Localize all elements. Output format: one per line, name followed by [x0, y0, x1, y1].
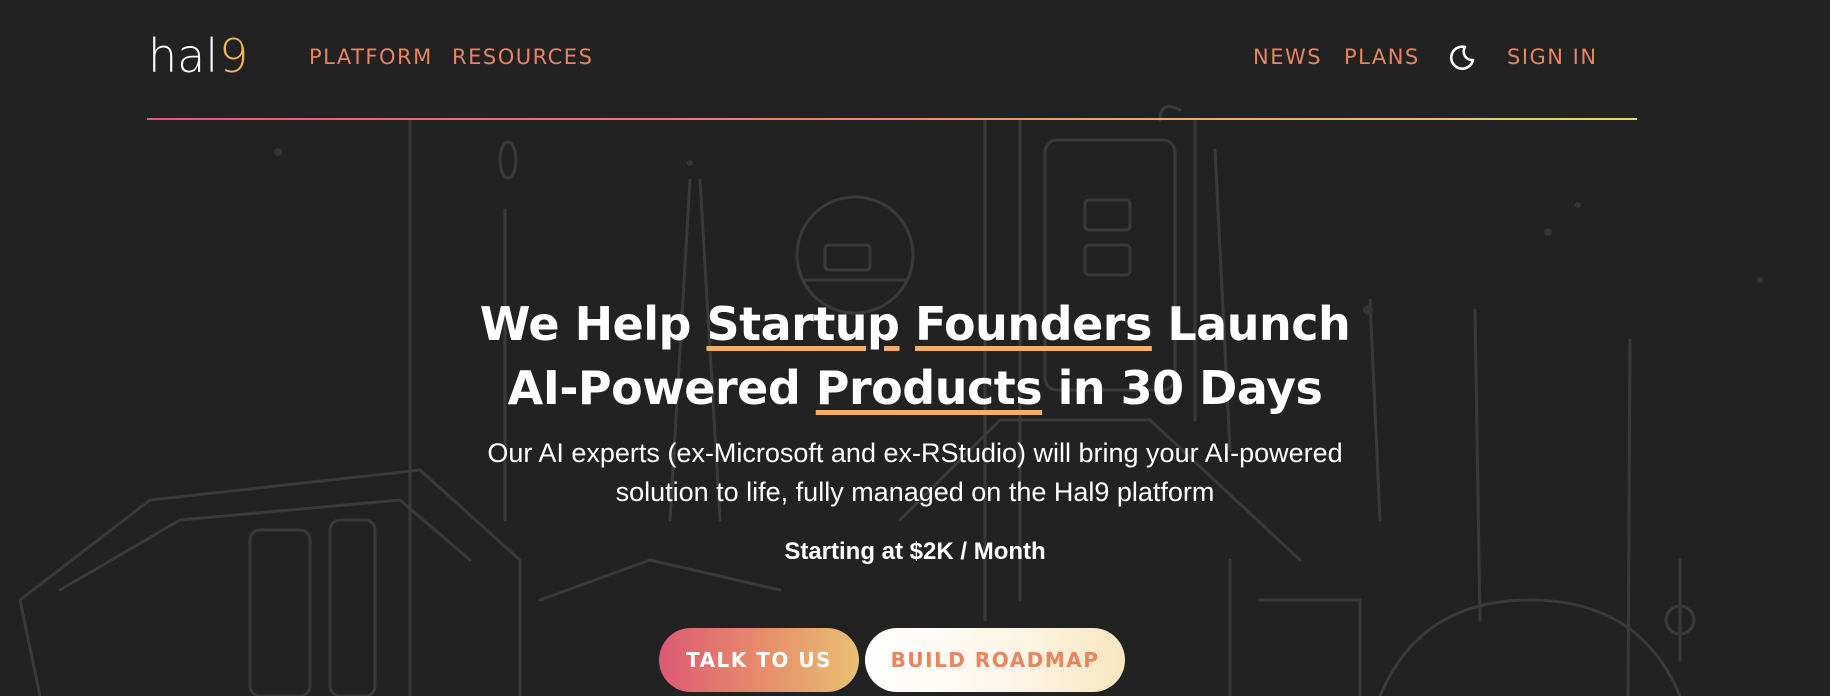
- subtitle-line-2: solution to life, fully managed on the H…: [615, 477, 1215, 507]
- headline-highlight-startup: Startup: [706, 297, 900, 351]
- pricing-text: Starting at $2K / Month: [784, 538, 1046, 565]
- headline-text: AI-Powered: [507, 361, 816, 415]
- sign-in-link[interactable]: SIGN IN: [1507, 44, 1598, 70]
- talk-to-us-button[interactable]: TALK TO US: [659, 628, 859, 692]
- hero-headline-line-1: We Help Startup Founders Launch: [0, 292, 1830, 356]
- nav-resources-link[interactable]: RESOURCES: [452, 44, 593, 70]
- headline-space: [899, 297, 915, 351]
- subtitle-line-1: Our AI experts (ex-Microsoft and ex-RStu…: [487, 438, 1343, 468]
- headline-text: Launch: [1151, 297, 1351, 351]
- theme-toggle-button[interactable]: [1448, 43, 1476, 71]
- nav-plans-link[interactable]: PLANS: [1344, 44, 1420, 70]
- nav-divider: [147, 118, 1637, 120]
- build-roadmap-button[interactable]: BUILD ROADMAP: [865, 628, 1125, 692]
- hero-headline-line-2: AI-Powered Products in 30 Days: [0, 356, 1830, 420]
- nav-news-link[interactable]: NEWS: [1253, 44, 1322, 70]
- headline-highlight-products: Products: [815, 361, 1043, 415]
- headline-text: in 30 Days: [1042, 361, 1323, 415]
- moon-icon: [1449, 45, 1475, 70]
- logo-accent-digit: 9: [219, 29, 249, 83]
- headline-text: We Help: [479, 297, 707, 351]
- nav-platform-link[interactable]: PLATFORM: [309, 44, 433, 70]
- hero-subtitle: Our AI experts (ex-Microsoft and ex-RStu…: [0, 434, 1830, 512]
- logo-text: hal: [148, 29, 219, 83]
- headline-highlight-founders: Founders: [915, 297, 1152, 351]
- top-navigation: hal 9 PLATFORM RESOURCES NEWS PLANS SIGN…: [0, 0, 1830, 120]
- hal9-logo[interactable]: hal 9: [148, 28, 248, 84]
